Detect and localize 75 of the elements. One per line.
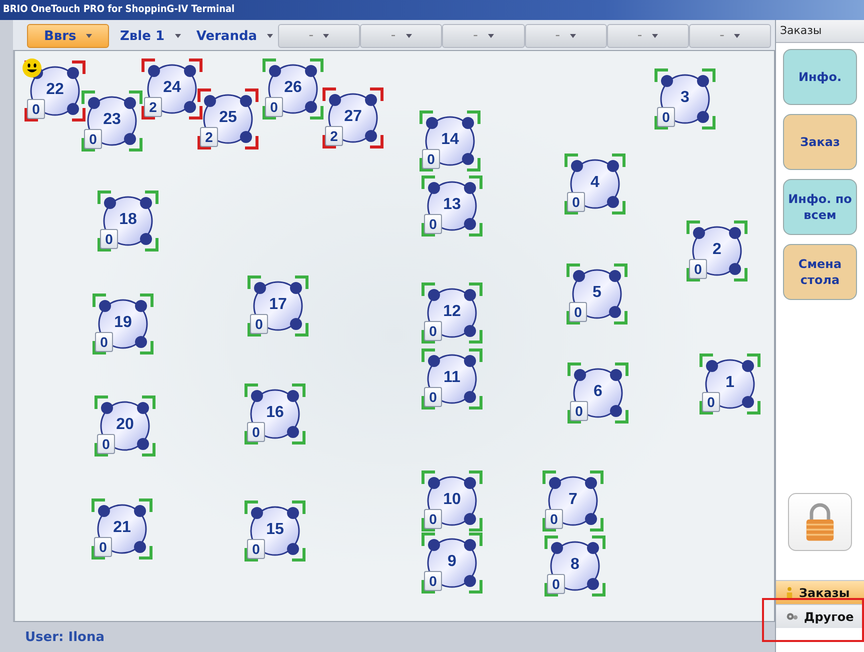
- action-button[interactable]: Инфо. по всем: [783, 179, 857, 235]
- action-button[interactable]: Инфо.: [783, 49, 857, 105]
- guest-count: 2: [144, 97, 162, 117]
- gear-icon: [786, 612, 798, 621]
- caret-icon: [267, 34, 274, 38]
- caret-icon: [323, 34, 330, 38]
- guest-count: 0: [424, 509, 442, 529]
- caret-icon: [734, 34, 740, 38]
- table-button[interactable]: 9 0: [421, 532, 483, 594]
- table-button[interactable]: 12 0: [421, 282, 483, 344]
- guest-count: 0: [247, 539, 265, 559]
- guest-count: 0: [265, 97, 283, 117]
- caret-icon: [406, 34, 412, 38]
- table-button[interactable]: 21 0: [91, 498, 153, 560]
- guest-count: 0: [657, 107, 675, 127]
- table-button[interactable]: 2 0: [686, 220, 748, 282]
- guest-count: 0: [424, 321, 442, 341]
- table-button[interactable]: 14 0: [419, 110, 481, 172]
- table-button[interactable]: 4 0: [564, 153, 626, 215]
- guest-count: 0: [689, 259, 707, 279]
- guest-count: 0: [545, 509, 563, 529]
- table-button[interactable]: 16 0: [244, 383, 306, 445]
- guest-count: 0: [100, 229, 118, 249]
- table-button[interactable]: 27 2: [322, 87, 384, 149]
- guest-count: 2: [200, 127, 218, 147]
- guest-count: 0: [95, 332, 113, 352]
- panel-title: Заказы: [776, 20, 864, 43]
- table-button[interactable]: 18 0: [97, 190, 159, 252]
- guest-count: 0: [94, 537, 112, 557]
- guest-count: 0: [84, 129, 102, 149]
- table-button[interactable]: 11 0: [421, 348, 483, 410]
- guest-count: 0: [702, 392, 720, 412]
- table-button[interactable]: 8 0: [544, 535, 606, 597]
- figure-icon: [786, 586, 793, 599]
- guest-count: 0: [570, 401, 588, 421]
- guest-count: 0: [547, 574, 565, 594]
- caret-icon: [488, 34, 494, 38]
- lock-button[interactable]: [788, 493, 852, 551]
- table-button[interactable]: 26 0: [262, 58, 324, 120]
- section-tab[interactable]: Другое: [776, 604, 864, 628]
- table-button[interactable]: 1 0: [699, 353, 761, 415]
- table-button[interactable]: 19 0: [92, 293, 154, 355]
- caret-icon: [174, 34, 180, 38]
- guest-count: 0: [424, 571, 442, 591]
- caret-icon: [86, 34, 92, 38]
- guest-count: 0: [424, 214, 442, 234]
- table-button[interactable]: 15 0: [244, 500, 306, 562]
- guest-count: 0: [27, 99, 45, 119]
- caret-icon: [570, 34, 576, 38]
- user-label: User: Ilona: [25, 630, 104, 644]
- action-button[interactable]: Смена стола: [783, 244, 857, 300]
- guest-count: 0: [97, 434, 115, 454]
- action-button[interactable]: Заказ: [783, 114, 857, 170]
- caret-icon: [652, 34, 658, 38]
- table-button[interactable]: 13 0: [421, 175, 483, 237]
- table-button[interactable]: 17 0: [247, 275, 309, 337]
- table-button[interactable]: 5 0: [566, 263, 628, 325]
- table-button[interactable]: 25 2: [197, 88, 259, 150]
- table-button[interactable]: 7 0: [542, 470, 604, 532]
- zone-tab[interactable]: Bвrs: [27, 24, 110, 48]
- table-button[interactable]: 3 0: [654, 68, 716, 130]
- guest-count: 0: [424, 387, 442, 407]
- table-button[interactable]: 6 0: [567, 362, 629, 424]
- guest-count: 0: [422, 149, 440, 169]
- section-tab[interactable]: Заказы: [776, 580, 864, 604]
- guest-count: 0: [247, 422, 265, 442]
- guest-count: 0: [567, 192, 585, 212]
- guest-count: 2: [325, 126, 343, 146]
- table-button[interactable]: 10 0: [421, 470, 483, 532]
- table-button[interactable]: 20 0: [94, 395, 156, 457]
- table-button[interactable]: 24 2: [141, 58, 203, 120]
- table-button[interactable]: 23 0: [81, 90, 143, 152]
- window-title: BRIO OneTouch PRO for ShoppinG-IV Terminal: [0, 0, 864, 20]
- guest-count: 0: [250, 314, 268, 334]
- guest-count: 0: [569, 302, 587, 322]
